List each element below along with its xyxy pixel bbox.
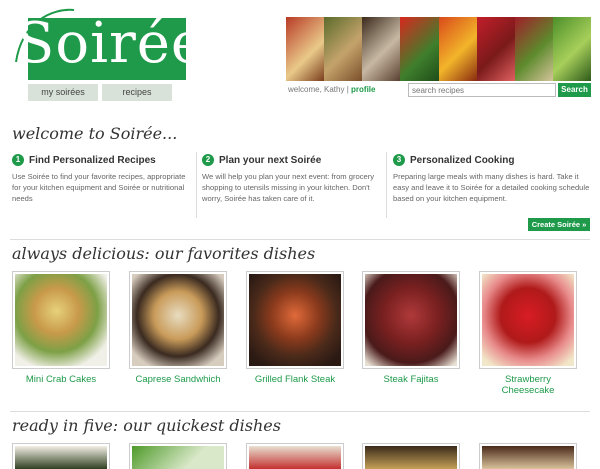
search-button[interactable]: Search <box>558 83 591 97</box>
section-divider <box>10 411 590 412</box>
dish-photo[interactable] <box>362 443 460 469</box>
dish-photo[interactable] <box>479 271 577 369</box>
step-body: Use Soirée to find your favorite recipes… <box>12 172 186 203</box>
dish-photo[interactable] <box>12 443 110 469</box>
create-soiree-button[interactable]: Create Soirée » <box>528 218 590 231</box>
dish-name[interactable]: Steak Fajitas <box>362 374 460 385</box>
dish-photo[interactable] <box>12 271 110 369</box>
step-title: Personalized Cooking <box>410 154 515 166</box>
logo[interactable]: Soirée <box>12 2 204 86</box>
dish-name[interactable]: Mini Crab Cakes <box>12 374 110 385</box>
dish-name[interactable]: Grilled Flank Steak <box>246 374 344 385</box>
section-divider <box>10 239 590 240</box>
step-title: Find Personalized Recipes <box>29 154 156 166</box>
dish-photo[interactable] <box>362 271 460 369</box>
divider <box>196 152 197 218</box>
quickest-title: ready in five: our quickest dishes <box>12 416 281 435</box>
tab-my-soirees[interactable]: my soirées <box>28 84 98 101</box>
banner-photo <box>400 17 439 81</box>
banner-photo <box>286 17 325 81</box>
step-title: Plan your next Soirée <box>219 154 322 166</box>
dish-photo[interactable] <box>129 271 227 369</box>
step-cooking: 3 Personalized Cooking Preparing large m… <box>393 154 593 204</box>
dish-card[interactable]: Steak Fajitas <box>362 271 460 385</box>
banner-photo <box>476 17 515 81</box>
banner-photo <box>552 17 591 81</box>
logo-text: Soirée <box>16 11 206 76</box>
step-find-recipes: 1 Find Personalized Recipes Use Soirée t… <box>12 154 192 204</box>
favorites-title: always delicious: our favorites dishes <box>12 244 316 263</box>
profile-link[interactable]: profile <box>351 85 375 94</box>
tab-recipes[interactable]: recipes <box>102 84 172 101</box>
dish-photo[interactable] <box>129 443 227 469</box>
step-plan-soiree: 2 Plan your next Soirée We will help you… <box>202 154 382 204</box>
welcome-title: welcome to Soirée... <box>12 124 178 143</box>
main-nav: my soirées recipes <box>28 84 172 101</box>
dish-card[interactable]: Caprese Sandwhich <box>129 271 227 385</box>
search-input[interactable] <box>408 83 556 97</box>
welcome-user-text: welcome, Kathy | profile <box>288 85 375 94</box>
divider <box>386 152 387 218</box>
dish-photo[interactable] <box>479 443 577 469</box>
banner-photo <box>514 17 553 81</box>
dish-card[interactable]: Strawberry Cheesecake <box>479 271 577 396</box>
dish-photo[interactable] <box>246 443 344 469</box>
dish-card[interactable]: Mini Crab Cakes <box>12 271 110 385</box>
step-number-icon: 1 <box>12 154 24 166</box>
dish-name[interactable]: Caprese Sandwhich <box>129 374 227 385</box>
welcome-greeting: welcome, Kathy | <box>288 85 349 94</box>
step-body: We will help you plan your next event: f… <box>202 172 375 203</box>
food-banner <box>286 17 591 81</box>
dish-name[interactable]: Strawberry Cheesecake <box>479 374 577 396</box>
step-body: Preparing large meals with many dishes i… <box>393 172 590 203</box>
step-number-icon: 3 <box>393 154 405 166</box>
step-number-icon: 2 <box>202 154 214 166</box>
banner-photo <box>362 17 401 81</box>
dish-card[interactable]: Grilled Flank Steak <box>246 271 344 385</box>
dish-photo[interactable] <box>246 271 344 369</box>
banner-photo <box>438 17 477 81</box>
banner-photo <box>324 17 363 81</box>
